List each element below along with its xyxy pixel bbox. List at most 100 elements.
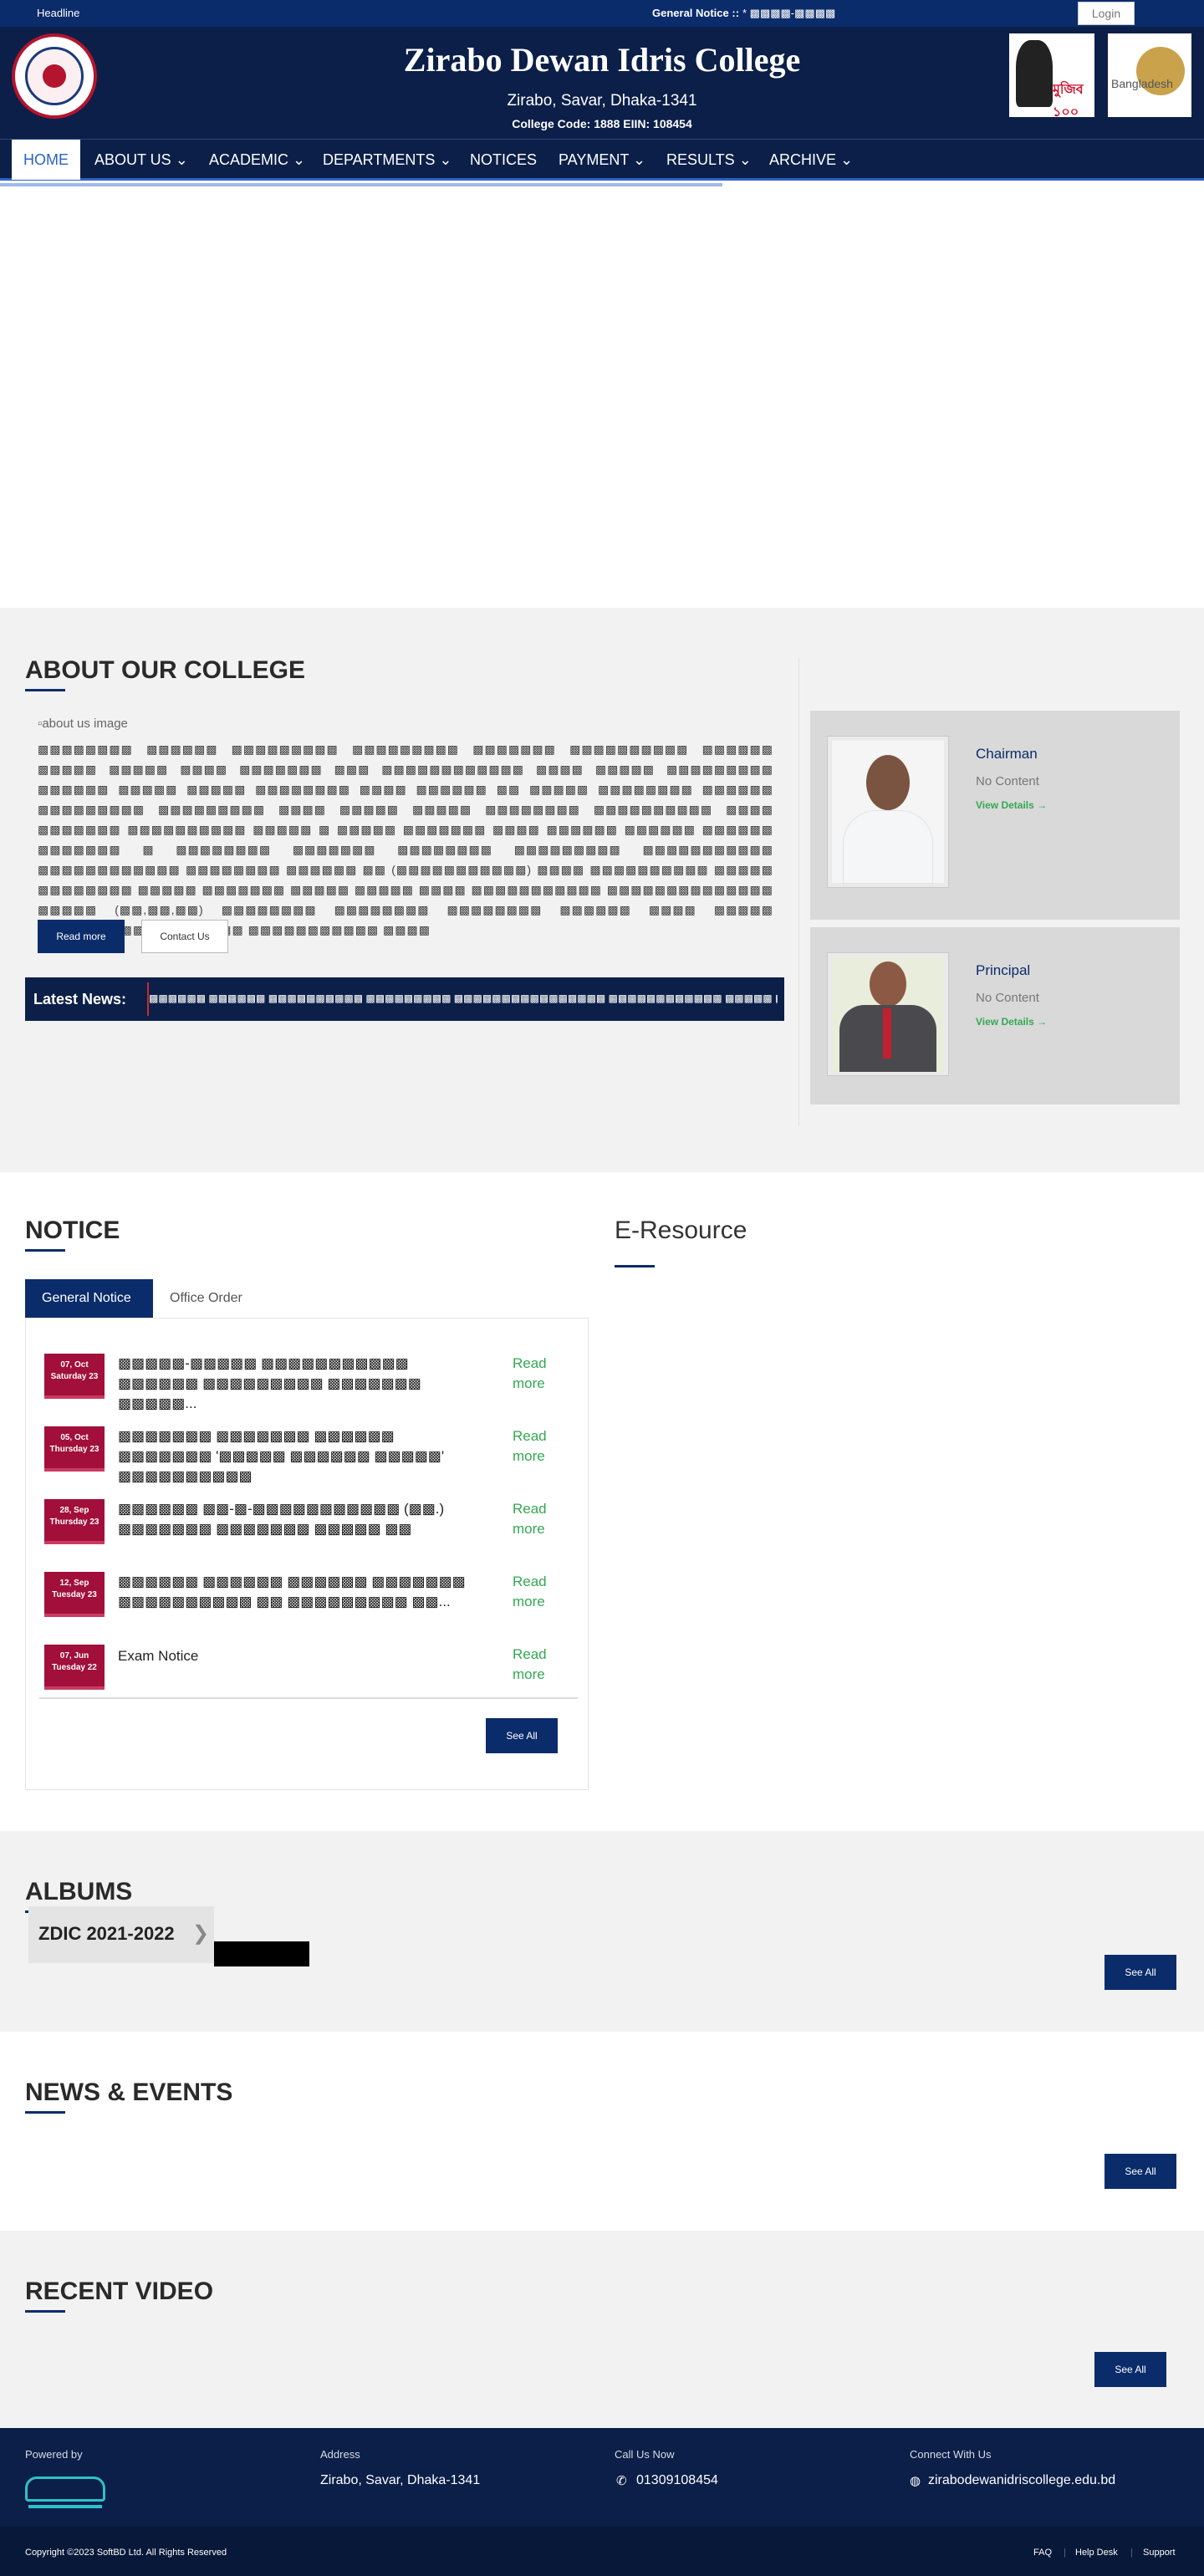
date-badge: 07, Jun Tuesday 22 [44,1645,105,1686]
latest-news-bar: Latest News: ▩▩▩▩▩▩ ▩▩▩▩▩▩ ▩▩▩▩▩▩▩▩▩▩ ▩▩… [25,977,784,1021]
chevron-down-icon: ⌄ [293,151,306,168]
globe-icon: ◍ [910,2474,921,2488]
album-thumbnail[interactable] [214,1941,309,1966]
title-underline [25,2111,65,2114]
softbd-logo[interactable] [25,2471,105,2513]
video-title: RECENT VIDEO [25,2278,214,2305]
date-badge: 07, Oct Saturday 23 [44,1354,105,1395]
nav-notices[interactable]: NOTICES [470,140,537,180]
powered-by-label: Powered by [25,2448,83,2461]
help-desk-link[interactable]: Help Desk [1075,2548,1118,2558]
album-title: ZDIC 2021-2022 [38,1923,175,1944]
title-underline [25,689,65,691]
nav-archive[interactable]: ARCHIVE ⌄ [769,140,853,180]
college-code: College Code: 1888 EIIN: 108454 [512,117,692,130]
site-header: Zirabo Dewan Idris College Zirabo, Savar… [0,27,1204,139]
address-label: Address [320,2448,360,2461]
notice-see-all-button[interactable]: See All [486,1718,558,1753]
list-item: 28, Sep Thursday 23 ▩▩▩▩▩▩ ▩▩-▩-▩▩▩▩▩▩▩▩▩… [44,1491,579,1543]
headline-label: Headline [37,7,80,19]
chevron-down-icon: ⌄ [633,151,646,168]
list-item: 07, Oct Saturday 23 ▩▩▩▩▩-▩▩▩▩▩ ▩▩▩▩▩▩▩▩▩… [44,1345,579,1411]
divider: | [1130,2548,1133,2558]
phone-icon: ✆ [616,2474,627,2488]
read-more-link[interactable]: Read more [513,1426,563,1467]
principal-card: Principal No Content View Details → [810,927,1180,1104]
notice-link[interactable]: Exam Notice [118,1646,486,1666]
news-title: NEWS & EVENTS [25,2079,233,2106]
date-badge: 28, Sep Thursday 23 [44,1499,105,1541]
faq-link[interactable]: FAQ [1033,2548,1052,2558]
principal-photo [827,952,949,1076]
chairman-card: Chairman No Content View Details → [810,711,1180,920]
album-card[interactable]: ZDIC 2021-2022 ❯ [28,1906,214,1963]
principal-view-details-link[interactable]: View Details → [976,1016,1047,1028]
divider [798,658,799,1126]
login-button[interactable]: Login [1078,2,1135,25]
connect-label: Connect With Us [910,2448,992,2461]
albums-section: ALBUMS ZDIC 2021-2022 ❯ See All [0,1831,1204,2032]
chairman-photo [827,736,949,888]
mujib-100-logo: মুজিব ১০০ [1009,33,1094,120]
about-text: ▩▩▩▩▩▩▩▩ ▩▩▩▩▩▩ ▩▩▩▩▩▩▩▩▩ ▩▩▩▩▩▩▩▩▩ ▩▩▩▩… [38,742,773,936]
chevron-down-icon: ⌄ [439,151,452,168]
title-underline [615,1265,655,1268]
notice-link[interactable]: ▩▩▩▩▩▩▩ ▩▩▩▩▩▩▩ ▩▩▩▩▩▩ ▩▩▩▩▩▩▩ '▩▩▩▩▩ ▩▩… [118,1426,486,1487]
about-title: ABOUT OUR COLLEGE [25,656,305,684]
principal-role: Principal [976,962,1031,978]
notice-list: 07, Oct Saturday 23 ▩▩▩▩▩-▩▩▩▩▩ ▩▩▩▩▩▩▩▩▩… [25,1318,589,1790]
site-footer: Powered by Address Zirabo, Savar, Dhaka-… [0,2428,1204,2527]
chevron-right-icon[interactable]: ❯ [192,1921,209,1946]
chairman-status: No Content [976,774,1039,788]
date-badge: 05, Oct Thursday 23 [44,1426,105,1468]
nav-home[interactable]: HOME [12,140,80,180]
chevron-down-icon: ⌄ [738,151,752,168]
chevron-down-icon: ⌄ [175,151,188,168]
eresource-title: E-Resource [615,1217,747,1244]
general-notice-ticker[interactable]: * ▩▩▩▩-▩▩▩▩ [742,7,835,20]
notice-link[interactable]: ▩▩▩▩▩▩ ▩▩-▩-▩▩▩▩▩▩▩▩▩▩▩ (▩▩.) ▩▩▩▩▩▩▩ ▩▩… [118,1499,486,1539]
news-see-all-button[interactable]: See All [1105,2154,1176,2189]
support-link[interactable]: Support [1143,2548,1176,2558]
title-underline [25,2310,65,2313]
divider [39,1697,578,1699]
list-item: 12, Sep Tuesday 23 ▩▩▩▩▩▩ ▩▩▩▩▩▩ ▩▩▩▩▩▩ ▩… [44,1563,579,1615]
read-more-link[interactable]: Read more [513,1499,563,1539]
phone-link[interactable]: 01309108454 [636,2473,718,2488]
website-link[interactable]: zirabodewanidriscollege.edu.bd [928,2473,1115,2488]
albums-see-all-button[interactable]: See All [1105,1955,1176,1990]
nav-academic[interactable]: ACADEMIC ⌄ [209,140,305,180]
nav-results[interactable]: RESULTS ⌄ [666,140,752,180]
contact-us-button[interactable]: Contact Us [141,920,228,953]
sub-footer: Copyright ©2023 SoftBD Ltd. All Rights R… [0,2527,1204,2576]
about-section: ABOUT OUR COLLEGE ▫about us image ▩▩▩▩▩▩… [0,608,1204,1172]
tab-office-order[interactable]: Office Order [153,1279,270,1318]
chairman-view-details-link[interactable]: View Details → [976,799,1047,811]
address-value: Zirabo, Savar, Dhaka-1341 [320,2473,481,2487]
notice-link[interactable]: ▩▩▩▩▩▩ ▩▩▩▩▩▩ ▩▩▩▩▩▩ ▩▩▩▩▩▩▩ ▩▩▩▩▩▩▩▩▩▩ … [118,1572,486,1612]
read-more-button[interactable]: Read more [38,920,125,953]
title-underline [25,1249,65,1252]
copyright-text: Copyright ©2023 SoftBD Ltd. All Rights R… [25,2548,227,2558]
notice-link[interactable]: ▩▩▩▩▩-▩▩▩▩▩ ▩▩▩▩▩▩▩▩▩▩▩ ▩▩▩▩▩▩ ▩▩▩▩▩▩▩▩▩… [118,1354,486,1414]
tab-general-notice[interactable]: General Notice [25,1279,153,1318]
read-more-link[interactable]: Read more [513,1572,563,1612]
list-item: 05, Oct Thursday 23 ▩▩▩▩▩▩▩ ▩▩▩▩▩▩▩ ▩▩▩▩▩… [44,1418,579,1484]
read-more-link[interactable]: Read more [513,1354,563,1394]
list-item: 07, Jun Tuesday 22 Exam Notice Read more [44,1636,579,1688]
principal-status: No Content [976,991,1039,1005]
albums-title: ALBUMS [25,1878,133,1905]
nav-departments[interactable]: DEPARTMENTS ⌄ [323,140,452,180]
nav-payment[interactable]: PAYMENT ⌄ [559,140,645,180]
read-more-link[interactable]: Read more [513,1645,563,1685]
loading-bar [0,183,722,186]
notice-title: NOTICE [25,1217,120,1244]
nav-about-us[interactable]: ABOUT US ⌄ [94,140,188,180]
about-image: ▫about us image [38,717,128,731]
latest-news-label: Latest News: [33,991,127,1007]
general-notice-label: General Notice :: [652,7,740,19]
news-ticker[interactable]: ▩▩▩▩▩▩ ▩▩▩▩▩▩ ▩▩▩▩▩▩▩▩▩▩ ▩▩▩▩▩▩▩▩▩ ▩▩▩▩▩… [149,992,778,1004]
call-label: Call Us Now [615,2448,675,2461]
bangladesh-50-logo: Bangladesh [1108,33,1191,117]
video-see-all-button[interactable]: See All [1094,2352,1166,2387]
